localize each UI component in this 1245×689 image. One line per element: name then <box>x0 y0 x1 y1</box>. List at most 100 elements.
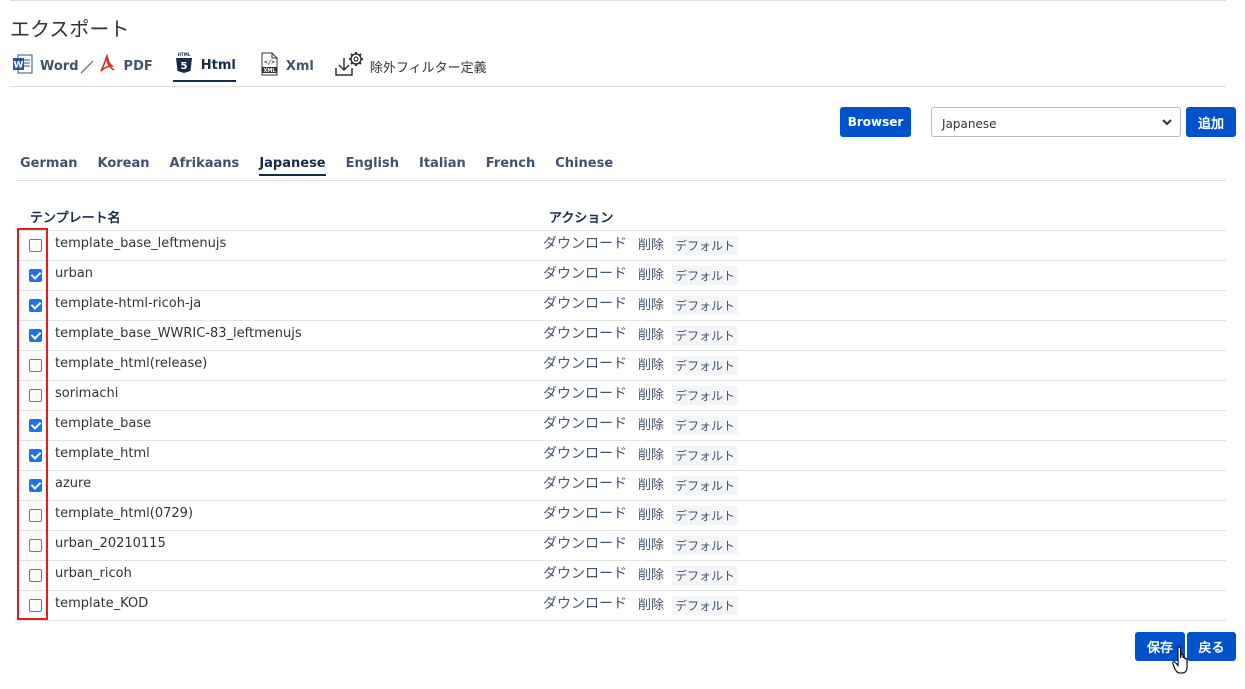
download-link[interactable]: ダウンロード <box>543 353 627 373</box>
top-divider <box>10 0 1226 1</box>
delete-link[interactable]: 削除 <box>638 534 664 553</box>
tabs-divider <box>10 86 1226 87</box>
download-link[interactable]: ダウンロード <box>543 503 627 523</box>
delete-link[interactable]: 削除 <box>638 264 664 283</box>
default-link[interactable]: デフォルト <box>672 506 739 525</box>
page-title: エクスポート <box>10 17 130 41</box>
table-row: sorimachi ダウンロード 削除 デフォルト <box>19 380 1226 410</box>
delete-link[interactable]: 削除 <box>638 384 664 403</box>
xml-label: Xml <box>285 58 314 74</box>
template-name: sorimachi <box>55 386 119 401</box>
separator: ／ <box>80 60 94 76</box>
back-button[interactable]: 戻る <box>1187 632 1236 661</box>
table-row: template-html-ricoh-ja ダウンロード 削除 デフォルト <box>19 290 1226 320</box>
template-name: template_base_leftmenujs <box>55 236 227 251</box>
table-row: template_KOD ダウンロード 削除 デフォルト <box>19 590 1226 621</box>
tab-language-french[interactable]: French <box>486 156 536 176</box>
language-select[interactable]: Japanese <box>931 107 1181 137</box>
default-link[interactable]: デフォルト <box>672 446 739 465</box>
pdf-label: PDF <box>123 58 153 74</box>
xml-file-icon: </> XML <box>258 51 280 81</box>
default-link[interactable]: デフォルト <box>672 476 739 495</box>
template-name: template_html(0729) <box>55 506 194 521</box>
exclude-filter-label: 除外フィルター定義 <box>369 60 487 76</box>
download-link[interactable]: ダウンロード <box>543 563 627 583</box>
tab-html[interactable]: HTML 5 Html <box>172 50 236 82</box>
tab-language-japanese[interactable]: Japanese <box>259 156 326 176</box>
delete-link[interactable]: 削除 <box>638 324 664 343</box>
delete-link[interactable]: 削除 <box>638 294 664 313</box>
svg-text:5: 5 <box>180 61 187 72</box>
download-link[interactable]: ダウンロード <box>543 233 627 253</box>
default-link[interactable]: デフォルト <box>672 266 739 285</box>
download-link[interactable]: ダウンロード <box>543 323 627 343</box>
browser-button[interactable]: Browser <box>840 107 911 137</box>
export-format-tabs: W Word ／ PDF HTML 5 Html </> XML Xml 除外フ… <box>12 50 487 82</box>
tab-language-chinese[interactable]: Chinese <box>555 156 613 176</box>
download-gear-icon <box>334 50 366 82</box>
tab-language-german[interactable]: German <box>20 156 77 176</box>
default-link[interactable]: デフォルト <box>672 296 739 315</box>
default-link[interactable]: デフォルト <box>672 356 739 375</box>
download-link[interactable]: ダウンロード <box>543 443 627 463</box>
tab-language-korean[interactable]: Korean <box>97 156 149 176</box>
svg-text:</>: </> <box>264 59 275 66</box>
template-name: azure <box>55 476 92 491</box>
html-label: Html <box>200 57 236 73</box>
delete-link[interactable]: 削除 <box>638 504 664 523</box>
download-link[interactable]: ダウンロード <box>543 293 627 313</box>
language-tabs-divider <box>16 180 1226 181</box>
delete-link[interactable]: 削除 <box>638 234 664 253</box>
tab-language-italian[interactable]: Italian <box>419 156 466 176</box>
delete-link[interactable]: 削除 <box>638 354 664 373</box>
word-label: Word <box>40 58 79 74</box>
svg-text:XML: XML <box>263 68 276 74</box>
default-link[interactable]: デフォルト <box>672 236 739 255</box>
table-row: urban_ricoh ダウンロード 削除 デフォルト <box>19 560 1226 590</box>
delete-link[interactable]: 削除 <box>638 594 664 613</box>
tab-language-english[interactable]: English <box>346 156 399 176</box>
default-link[interactable]: デフォルト <box>672 566 739 585</box>
download-link[interactable]: ダウンロード <box>543 263 627 283</box>
default-link[interactable]: デフォルト <box>672 386 739 405</box>
language-tabs: German Korean Afrikaans Japanese English Ital… <box>20 156 633 176</box>
svg-text:HTML: HTML <box>177 52 190 57</box>
checkbox-highlight-box <box>17 228 48 620</box>
table-row: template_html ダウンロード 削除 デフォルト <box>19 440 1226 470</box>
template-name: urban_ricoh <box>55 566 132 581</box>
template-name: urban_20210115 <box>55 536 166 551</box>
html5-icon: HTML 5 <box>173 51 195 79</box>
template-name: template_html(release) <box>55 356 208 371</box>
delete-link[interactable]: 削除 <box>638 414 664 433</box>
add-button[interactable]: 追加 <box>1186 107 1236 137</box>
delete-link[interactable]: 削除 <box>638 564 664 583</box>
table-row: template_base_WWRIC-83_leftmenujs ダウンロード削… <box>19 320 1226 350</box>
template-name: template_html <box>55 446 150 461</box>
tab-language-afrikaans[interactable]: Afrikaans <box>170 156 240 176</box>
download-link[interactable]: ダウンロード <box>543 473 627 493</box>
default-link[interactable]: デフォルト <box>672 596 739 615</box>
download-link[interactable]: ダウンロード <box>543 413 627 433</box>
default-link[interactable]: デフォルト <box>672 536 739 555</box>
download-link[interactable]: ダウンロード <box>543 533 627 553</box>
hand-cursor-icon <box>1172 646 1192 680</box>
template-name: template_base <box>55 416 152 431</box>
template-name: template_base_WWRIC-83_leftmenujs <box>55 326 302 341</box>
tab-exclude-filter[interactable]: 除外フィルター定義 <box>334 51 487 81</box>
word-icon: W <box>12 53 34 79</box>
template-table: template_base_leftmenujs ダウンロード 削除 デフォルト urb… <box>19 230 1226 621</box>
delete-link[interactable]: 削除 <box>638 474 664 493</box>
template-name: urban <box>55 266 94 281</box>
template-name: template-html-ricoh-ja <box>55 296 202 311</box>
delete-link[interactable]: 削除 <box>638 444 664 463</box>
table-row: template_base ダウンロード 削除 デフォルト <box>19 410 1226 440</box>
download-link[interactable]: ダウンロード <box>543 383 627 403</box>
default-link[interactable]: デフォルト <box>672 326 739 345</box>
default-link[interactable]: デフォルト <box>672 416 739 435</box>
download-link[interactable]: ダウンロード <box>543 593 627 613</box>
tab-word-pdf[interactable]: W Word ／ PDF <box>12 51 153 81</box>
table-row: urban ダウンロード 削除 デフォルト <box>19 260 1226 290</box>
tab-xml[interactable]: </> XML Xml <box>258 51 314 81</box>
table-row: template_base_leftmenujs ダウンロード 削除 デフォルト <box>19 230 1226 260</box>
table-row: template_html(0729) ダウンロード 削除 デフォルト <box>19 500 1226 530</box>
